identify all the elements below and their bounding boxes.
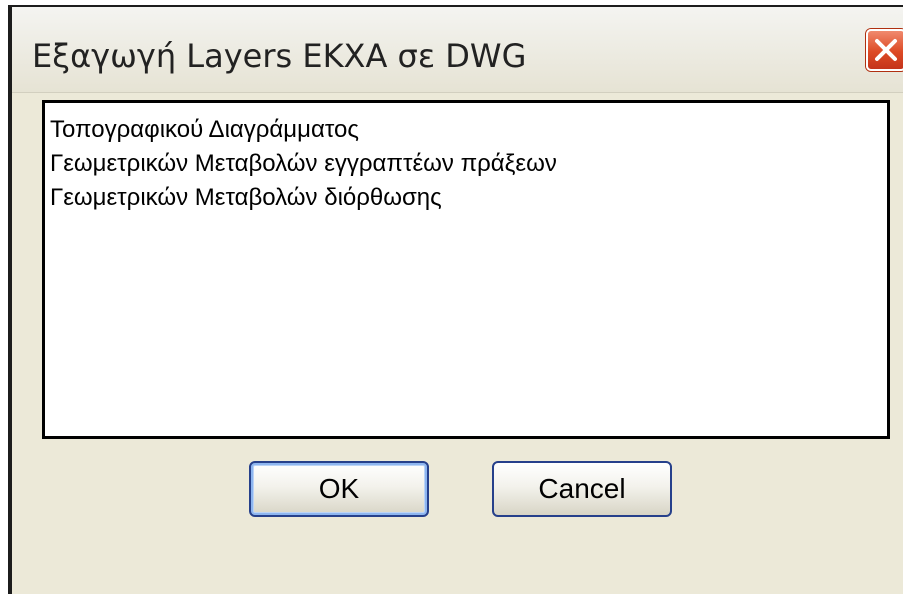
close-button[interactable]	[866, 29, 903, 71]
cancel-button[interactable]: Cancel	[492, 461, 672, 517]
list-item[interactable]: Τοπογραφικού Διαγράμματος	[50, 113, 887, 147]
dialog-window: Εξαγωγή Layers ΕΚΧΑ σε DWG Τοπογραφικού …	[8, 5, 903, 594]
ok-button[interactable]: OK	[249, 461, 429, 517]
dialog-title: Εξαγωγή Layers ΕΚΧΑ σε DWG	[32, 37, 527, 75]
list-item[interactable]: Γεωμετρικών Μεταβολών εγγραπτέων πράξεων	[50, 147, 887, 181]
list-item[interactable]: Γεωμετρικών Μεταβολών διόρθωσης	[50, 181, 887, 215]
close-x-icon	[875, 39, 897, 61]
title-bar[interactable]: Εξαγωγή Layers ΕΚΧΑ σε DWG	[12, 7, 903, 93]
layers-listbox[interactable]: Τοπογραφικού Διαγράμματος Γεωμετρικών Με…	[42, 100, 890, 439]
